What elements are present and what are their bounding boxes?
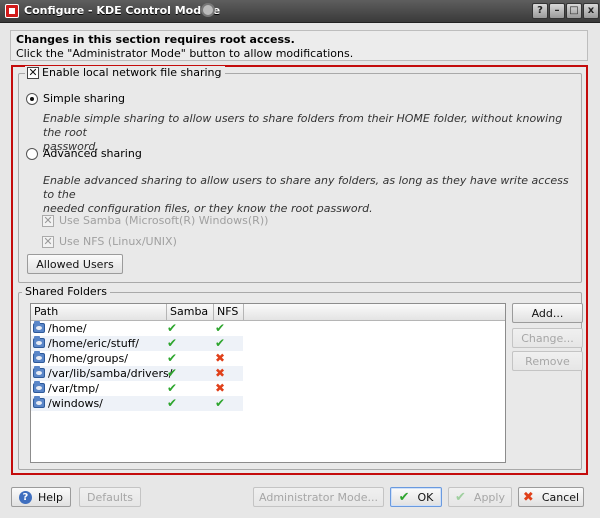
remove-folder-button[interactable]: Remove: [512, 351, 583, 371]
enable-sharing-row[interactable]: ✕ Enable local network file sharing: [25, 66, 225, 79]
advanced-desc-line1: Enable advanced sharing to allow users t…: [43, 174, 569, 201]
row-nfs-cross-icon: ✖: [215, 381, 226, 395]
use-nfs-label: Use NFS (Linux/UNIX): [59, 235, 177, 248]
row-path: /var/tmp/: [48, 382, 99, 395]
help-window-button[interactable]: ?: [532, 3, 548, 19]
folder-icon: [33, 381, 45, 393]
highlighted-settings-frame: ✕ Enable local network file sharing Simp…: [11, 65, 588, 475]
row-path: /home/groups/: [48, 352, 128, 365]
dialog-button-bar: ? Help Defaults Administrator Mode... ✔ …: [0, 480, 600, 518]
row-samba-check-icon: ✔: [167, 366, 178, 380]
row-nfs-check-icon: ✔: [215, 321, 226, 335]
window-title: Configure - KDE Control Module: [24, 4, 221, 17]
row-path: /home/eric/stuff/: [48, 337, 139, 350]
simple-desc-line1: Enable simple sharing to allow users to …: [43, 112, 563, 139]
table-row[interactable]: /home/eric/stuff/ ✔ ✔: [31, 336, 243, 351]
row-samba-check-icon: ✔: [167, 336, 178, 350]
enable-sharing-label: Enable local network file sharing: [42, 66, 222, 79]
use-samba-checkbox[interactable]: ✕: [42, 215, 54, 227]
allowed-users-button[interactable]: Allowed Users: [27, 254, 123, 274]
table-header: Path Samba NFS: [31, 304, 505, 321]
ok-check-icon: ✔: [398, 489, 410, 505]
title-bar[interactable]: Configure - KDE Control Module ? – □ x: [0, 0, 600, 23]
apply-button[interactable]: ✔ Apply: [448, 487, 512, 507]
notice-title: Changes in this section requires root ac…: [16, 33, 295, 46]
advanced-sharing-label: Advanced sharing: [43, 147, 142, 160]
shared-folders-table[interactable]: Path Samba NFS /home/ ✔ ✔ /home/eric/stu…: [30, 303, 506, 463]
change-folder-button[interactable]: Change...: [512, 328, 583, 348]
ok-button[interactable]: ✔ OK: [390, 487, 442, 507]
ok-button-label: OK: [417, 490, 434, 504]
row-samba-check-icon: ✔: [167, 396, 178, 410]
gear-icon: [201, 3, 215, 17]
table-row[interactable]: /var/tmp/ ✔ ✖: [31, 381, 243, 396]
enable-sharing-checkbox[interactable]: ✕: [27, 66, 39, 79]
advanced-sharing-description: Enable advanced sharing to allow users t…: [43, 174, 581, 216]
row-nfs-cross-icon: ✖: [215, 366, 226, 380]
folder-icon: [33, 351, 45, 363]
apply-button-label: Apply: [473, 490, 505, 504]
cancel-button-label: Cancel: [541, 490, 580, 504]
row-samba-check-icon: ✔: [167, 321, 178, 335]
row-nfs-cross-icon: ✖: [215, 351, 226, 365]
folder-icon: [33, 321, 45, 333]
table-row[interactable]: /var/lib/samba/drivers/ ✔ ✖: [31, 366, 243, 381]
help-icon: ?: [18, 490, 32, 504]
close-button[interactable]: x: [583, 3, 599, 19]
simple-sharing-label: Simple sharing: [43, 92, 126, 105]
row-nfs-check-icon: ✔: [215, 396, 226, 410]
file-sharing-group: ✕ Enable local network file sharing Simp…: [18, 66, 582, 283]
cancel-button[interactable]: ✖ Cancel: [518, 487, 584, 507]
help-button-label: Help: [37, 490, 64, 504]
folder-icon: [33, 336, 45, 348]
table-row[interactable]: /home/ ✔ ✔: [31, 321, 243, 336]
app-icon[interactable]: [5, 4, 19, 18]
kde-configure-window: Configure - KDE Control Module ? – □ x C…: [0, 0, 600, 518]
folder-icon: [33, 366, 45, 378]
defaults-button[interactable]: Defaults: [79, 487, 141, 507]
help-button[interactable]: ? Help: [11, 487, 71, 507]
row-path: /windows/: [48, 397, 103, 410]
row-nfs-check-icon: ✔: [215, 336, 226, 350]
use-nfs-checkbox[interactable]: ✕: [42, 236, 54, 248]
folder-icon: [33, 396, 45, 408]
shared-folders-group: Shared Folders Path Samba NFS /home/ ✔ ✔…: [18, 285, 583, 470]
use-samba-label: Use Samba (Microsoft(R) Windows(R)): [59, 214, 269, 227]
table-row[interactable]: /windows/ ✔ ✔: [31, 396, 243, 411]
simple-sharing-radio[interactable]: [26, 93, 38, 105]
root-access-notice: Changes in this section requires root ac…: [10, 30, 588, 61]
notice-subtitle: Click the "Administrator Mode" button to…: [16, 47, 354, 60]
minimize-button[interactable]: –: [549, 3, 565, 19]
row-samba-check-icon: ✔: [167, 381, 178, 395]
maximize-button[interactable]: □: [566, 3, 582, 19]
advanced-sharing-radio[interactable]: [26, 148, 38, 160]
add-folder-button[interactable]: Add...: [512, 303, 583, 323]
administrator-mode-button[interactable]: Administrator Mode...: [253, 487, 384, 507]
shared-folders-title: Shared Folders: [22, 285, 110, 298]
row-samba-check-icon: ✔: [167, 351, 178, 365]
apply-check-icon: ✔: [455, 489, 466, 505]
table-row[interactable]: /home/groups/ ✔ ✖: [31, 351, 243, 366]
cancel-x-icon: ✖: [522, 489, 534, 505]
column-header-nfs[interactable]: NFS: [214, 304, 244, 321]
column-header-samba[interactable]: Samba: [167, 304, 214, 321]
column-header-path[interactable]: Path: [31, 304, 167, 321]
row-path: /var/lib/samba/drivers/: [48, 367, 173, 380]
row-path: /home/: [48, 322, 87, 335]
